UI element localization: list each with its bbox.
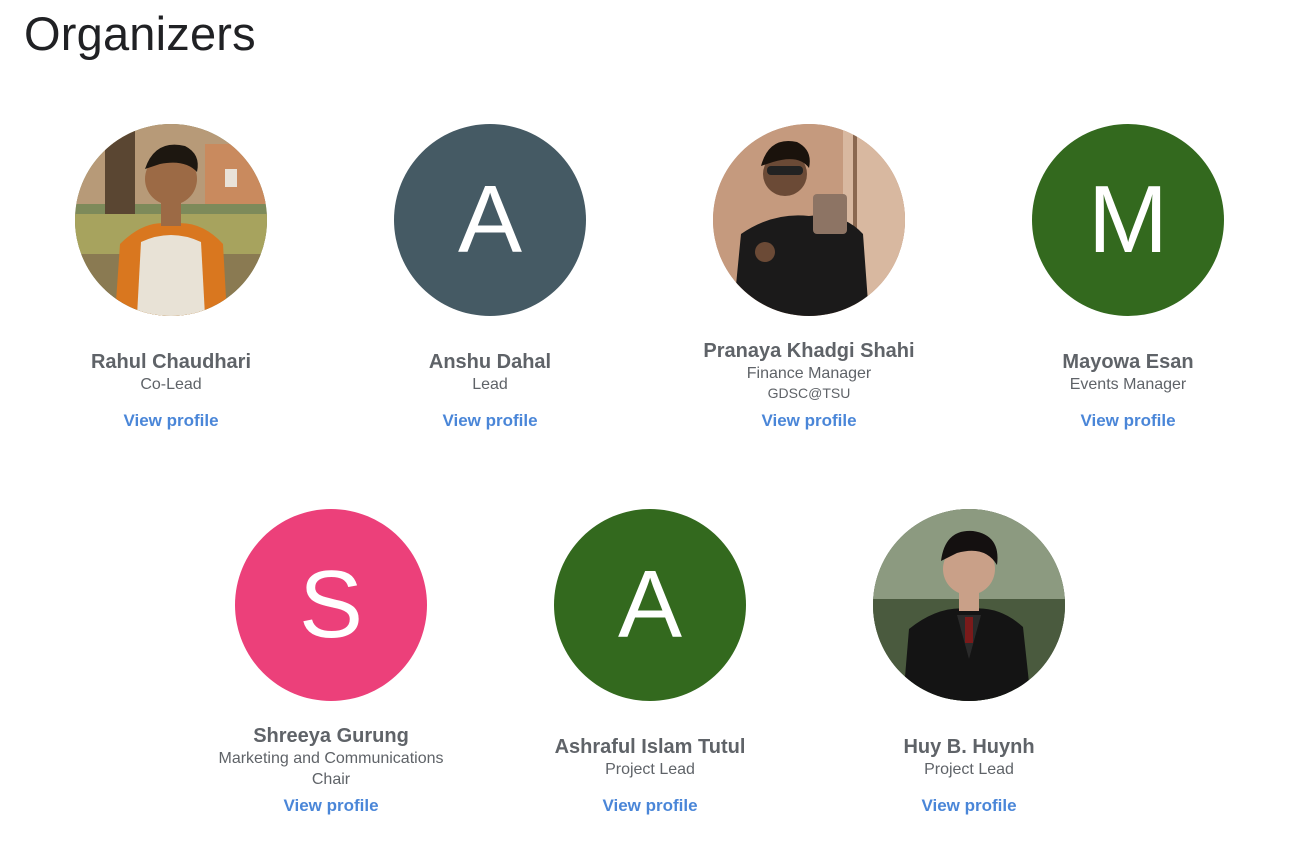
organizer-role: Marketing and Communications: [218, 750, 444, 767]
view-profile-link[interactable]: View profile: [500, 796, 800, 816]
avatar[interactable]: A: [554, 509, 746, 701]
view-profile-link[interactable]: View profile: [181, 796, 481, 816]
organizer-role: Project Lead: [924, 761, 1014, 778]
organizer-card-shreeya-gurung: S Shreeya Gurung Marketing and Communica…: [181, 509, 481, 815]
organizer-name: Ashraful Islam Tutul: [554, 736, 746, 758]
avatar[interactable]: A: [394, 124, 586, 316]
page-title: Organizers: [24, 7, 256, 60]
organizer-card-ashraful-islam-tutul: A Ashraful Islam Tutul Project Lead View…: [500, 509, 800, 815]
organizer-card-pranaya-khadgi-shahi: Pranaya Khadgi Shahi Finance Manager GDS…: [659, 124, 959, 430]
profile-photo: [873, 509, 1065, 701]
avatar-initial: A: [617, 551, 683, 658]
avatar[interactable]: [873, 509, 1065, 701]
view-profile-link[interactable]: View profile: [659, 411, 959, 431]
avatar[interactable]: S: [235, 509, 427, 701]
avatar-initial: A: [457, 166, 523, 273]
organizer-role-line-2: Chair: [311, 771, 351, 788]
organizer-name: Pranaya Khadgi Shahi: [703, 340, 915, 362]
organizer-role: Co-Lead: [140, 376, 202, 393]
view-profile-link[interactable]: View profile: [340, 411, 640, 431]
organizer-name: Mayowa Esan: [1062, 351, 1194, 373]
organizer-role: Finance Manager: [746, 365, 872, 382]
profile-photo: [713, 124, 905, 316]
organizer-affiliation: GDSC@TSU: [767, 385, 851, 401]
organizer-card-mayowa-esan: M Mayowa Esan Events Manager View profil…: [978, 124, 1278, 430]
avatar-initial: S: [298, 551, 364, 658]
organizer-card-anshu-dahal: A Anshu Dahal Lead View profile: [340, 124, 640, 430]
avatar[interactable]: [713, 124, 905, 316]
organizer-role: Project Lead: [605, 761, 695, 778]
avatar[interactable]: M: [1032, 124, 1224, 316]
organizer-name: Shreeya Gurung: [253, 725, 409, 747]
view-profile-link[interactable]: View profile: [978, 411, 1278, 431]
organizer-card-huy-b-huynh: Huy B. Huynh Project Lead View profile: [819, 509, 1119, 815]
organizer-name: Rahul Chaudhari: [90, 351, 251, 373]
organizer-role: Lead: [472, 376, 508, 393]
avatar-initial: M: [1088, 166, 1168, 273]
view-profile-link[interactable]: View profile: [21, 411, 321, 431]
organizer-role: Events Manager: [1069, 376, 1187, 393]
avatar[interactable]: [75, 124, 267, 316]
view-profile-link[interactable]: View profile: [819, 796, 1119, 816]
organizer-name: Huy B. Huynh: [903, 736, 1035, 758]
organizer-card-rahul-chaudhari: Rahul Chaudhari Co-Lead View profile: [21, 124, 321, 430]
organizer-name: Anshu Dahal: [428, 351, 552, 373]
profile-photo: [75, 124, 267, 316]
